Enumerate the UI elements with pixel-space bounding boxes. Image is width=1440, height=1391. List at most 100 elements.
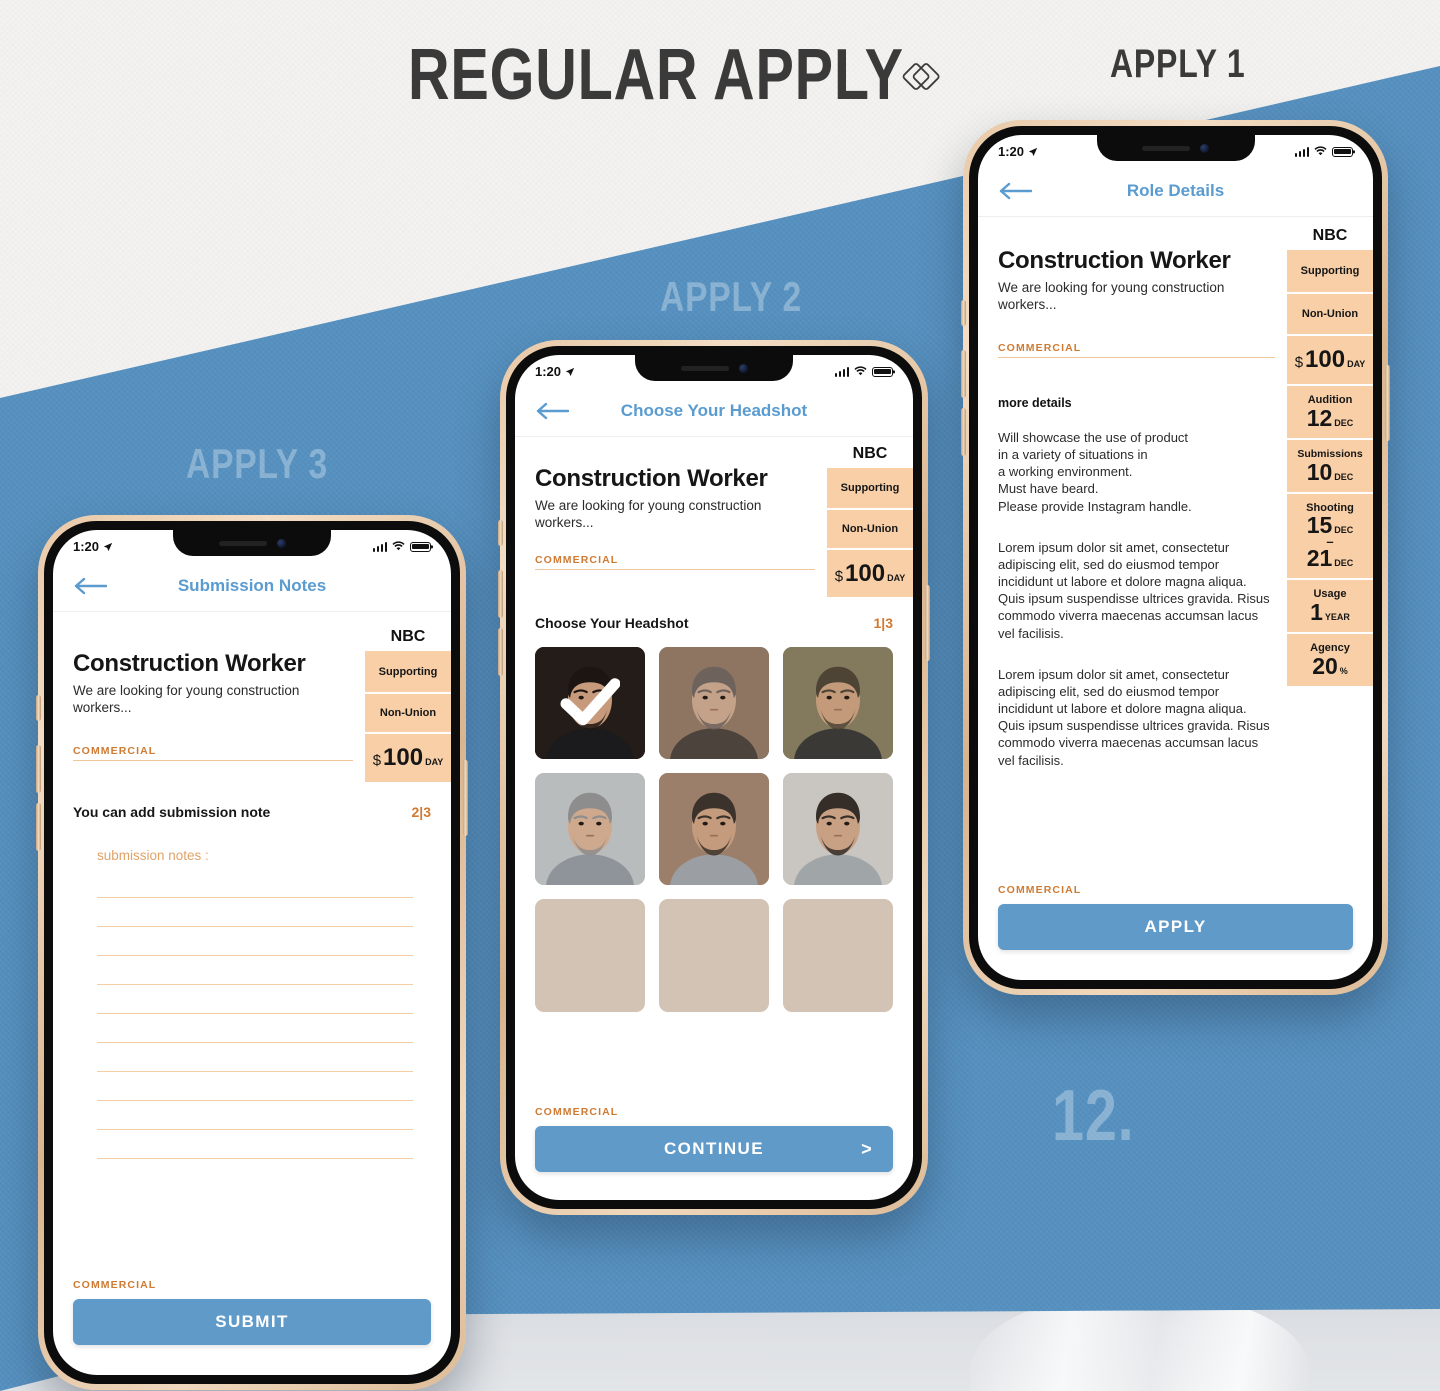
phone2-volume-down[interactable] [498, 628, 503, 676]
phone3-power-button[interactable] [463, 760, 468, 836]
note-line[interactable] [97, 1101, 413, 1130]
chip-rate[interactable]: $ 100 DAY [827, 550, 913, 597]
phone3-bottom-bar: COMMERCIAL SUBMIT [53, 1279, 451, 1375]
chip-submissions-value: 10 [1306, 459, 1333, 485]
phone2-nav-title: Choose Your Headshot [620, 400, 808, 420]
note-line[interactable] [97, 985, 413, 1014]
chip-agency[interactable]: Agency 20 % [1287, 634, 1373, 686]
phone2-section-title: Choose Your Headshot [535, 615, 689, 631]
details-paragraph-2: Lorem ipsum dolor sit amet, consectetur … [998, 539, 1270, 641]
chip-union-status[interactable]: Non-Union [827, 510, 913, 548]
phone1-role-card: Construction Worker We are looking for y… [978, 217, 1373, 386]
phone2-volume-up[interactable] [498, 570, 503, 618]
phone3-volume-up[interactable] [36, 745, 41, 793]
chip-union-status-label: Non-Union [1301, 308, 1359, 320]
chip-role-type[interactable]: Supporting [365, 651, 451, 692]
location-arrow-icon [565, 367, 575, 376]
chip-shooting[interactable]: Shooting 15 DEC – 21 DEC [1287, 494, 1373, 578]
note-line[interactable] [97, 1014, 413, 1043]
chip-union-status[interactable]: Non-Union [365, 694, 451, 732]
apply-button-label: APPLY [1144, 917, 1207, 936]
status-time: 1:20 [998, 144, 1025, 159]
role-subtitle: We are looking for young construction wo… [535, 498, 762, 531]
phone1-nav-bar: Role Details [978, 165, 1373, 217]
submission-notes-field[interactable]: submission notes : [53, 820, 451, 1159]
apply-button[interactable]: APPLY [998, 904, 1353, 950]
headshot-option[interactable] [783, 647, 893, 760]
note-line[interactable] [97, 956, 413, 985]
submission-notes-lines[interactable] [97, 869, 413, 1159]
phone2-mute-switch[interactable] [498, 520, 503, 546]
phone3-section-row: You can add submission note 2|3 [53, 784, 451, 820]
phone1-mute-switch[interactable] [961, 300, 966, 326]
headshot-option[interactable] [783, 773, 893, 886]
phone3-nav-title: Submission Notes [177, 575, 327, 595]
note-line[interactable] [97, 869, 413, 898]
phone3-section-count: 2|3 [411, 804, 432, 820]
phone2-bottom-bar: COMMERCIAL CONTINUE > [515, 1106, 913, 1200]
phone2-notch [635, 355, 793, 381]
headshot-option[interactable] [535, 773, 645, 886]
role-title: Construction Worker [998, 247, 1231, 274]
chip-union-status[interactable]: Non-Union [1287, 294, 1373, 334]
phone1-volume-down[interactable] [961, 408, 966, 456]
role-subtitle: We are looking for young construction wo… [73, 683, 300, 716]
poster-page-number: 12. [1052, 1076, 1135, 1156]
chip-shooting-end: 21 [1306, 544, 1333, 571]
note-line[interactable] [97, 927, 413, 956]
headshot-option[interactable] [659, 647, 769, 760]
role-network: NBC [852, 445, 888, 462]
note-line[interactable] [97, 898, 413, 927]
note-line[interactable] [97, 1043, 413, 1072]
chip-submissions[interactable]: Submissions 10 DEC [1287, 440, 1373, 492]
chip-rate-unit: DAY [425, 757, 444, 767]
headshot-placeholder[interactable] [783, 899, 893, 1012]
portrait-photo [783, 773, 893, 886]
headshot-placeholder[interactable] [659, 899, 769, 1012]
role-title: Construction Worker [73, 650, 306, 677]
phone-apply-3: 1:20 Submission Notes Construction Worke… [36, 515, 468, 1390]
checkmark-icon [560, 678, 621, 733]
earpiece-speaker [1142, 145, 1190, 151]
phone1-power-button[interactable] [1385, 365, 1390, 441]
headshot-option[interactable] [535, 647, 645, 760]
continue-button[interactable]: CONTINUE > [535, 1126, 893, 1172]
phone3-volume-down[interactable] [36, 803, 41, 851]
wifi-icon [392, 541, 405, 551]
chip-rate[interactable]: $ 100 DAY [365, 734, 451, 782]
chip-usage[interactable]: Usage 1 YEAR [1287, 580, 1373, 632]
role-title: Construction Worker [535, 465, 768, 492]
chip-audition[interactable]: Audition 12 DEC [1287, 386, 1373, 438]
phone2-power-button[interactable] [925, 585, 930, 661]
label-apply-1: APPLY 1 [1110, 42, 1246, 86]
chip-role-type-label: Supporting [1300, 265, 1360, 277]
location-arrow-icon [1028, 147, 1038, 156]
phone3-mute-switch[interactable] [36, 695, 41, 721]
battery-full-icon [1332, 146, 1353, 157]
headshot-placeholder[interactable] [535, 899, 645, 1012]
chip-usage-unit: YEAR [1324, 612, 1350, 622]
note-line[interactable] [97, 1072, 413, 1101]
phone2-nav-bar: Choose Your Headshot [515, 385, 913, 437]
chip-submissions-unit: DEC [1334, 472, 1354, 482]
earpiece-speaker [218, 540, 267, 546]
wifi-icon [854, 366, 867, 376]
chip-role-type[interactable]: Supporting [1287, 250, 1373, 292]
phone3-chip-column: NBC Supporting Non-Union $ 100 DAY [365, 620, 451, 784]
chip-audition-value: 12 [1306, 405, 1333, 431]
chip-role-type[interactable]: Supporting [827, 468, 913, 508]
chip-agency-unit: % [1339, 666, 1348, 676]
chip-audition-unit: DEC [1334, 418, 1354, 428]
label-apply-3: APPLY 3 [186, 440, 328, 487]
phone3-section-title: You can add submission note [73, 804, 271, 820]
note-line[interactable] [97, 1130, 413, 1159]
submit-button[interactable]: SUBMIT [73, 1299, 431, 1345]
portrait-photo [783, 647, 893, 760]
phone1-volume-up[interactable] [961, 350, 966, 398]
chip-role-type-label: Supporting [378, 665, 438, 678]
headshot-option[interactable] [659, 773, 769, 886]
phone1-chip-column: NBC Supporting Non-Union $ 100 DAY [1287, 225, 1373, 386]
submission-notes-label: submission notes : [97, 848, 209, 863]
cellular-signal-icon [834, 366, 849, 377]
chip-rate[interactable]: $ 100 DAY [1287, 336, 1373, 384]
